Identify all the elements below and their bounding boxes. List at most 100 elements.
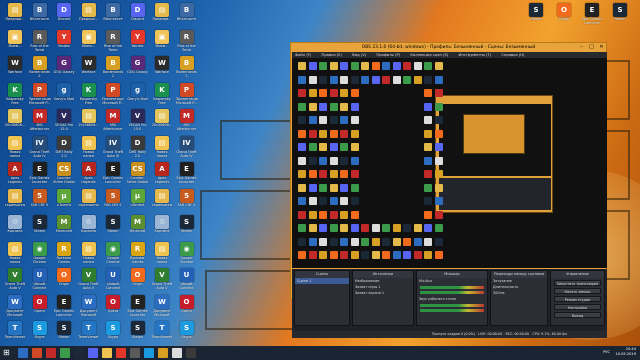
menu-profile[interactable]: Профиль (P) [376,53,400,57]
desktop-icon[interactable]: ♲ Корзина [151,214,173,240]
desktop-icon[interactable]: g Garry's Mod [53,82,75,108]
desktop-icon[interactable]: 5 FAR CRY 5 [102,188,124,214]
maximize-icon[interactable]: □ [587,43,596,52]
desktop-icon[interactable]: U Ubisoft Connect [176,267,198,293]
desktop-icon[interactable]: E Epic Games Launcher [127,294,149,320]
taskbar-app-icon[interactable] [102,348,112,358]
desktop-icon[interactable]: ▣ Моем... [78,29,100,55]
desktop-icon[interactable]: O Opera [102,294,124,320]
desktop-icon[interactable]: Y Yandex [127,29,149,55]
system-tray[interactable]: 20:44 10.05.2019 [615,347,636,357]
desktop-icon[interactable]: U Ubisoft Connect [102,267,124,293]
desktop-icon[interactable]: T TeamViewer [4,320,26,346]
desktop-icon[interactable]: Y Yandex [53,29,75,55]
desktop-icon[interactable]: ▤ Новая папка [151,135,173,161]
desktop-icon[interactable]: K Kaspersky Free [151,82,173,108]
desktop-icon[interactable]: M MSI Afterburner [176,108,198,134]
menu-scene-collection[interactable]: Коллекция сцен (S) [410,53,448,57]
taskbar-app-icon[interactable] [130,348,140,358]
taskbar-app-icon[interactable] [32,348,42,358]
desktop-icon[interactable]: R Rise of the Tomb [29,29,51,55]
minimize-icon[interactable]: – [577,43,586,52]
settings-button[interactable]: Настройки [554,304,601,310]
desktop-icon[interactable]: ▤ 20c58606... [4,108,26,134]
desktop-icon[interactable]: ♲ Корзина [78,214,100,240]
start-button[interactable]: ⊞ [3,349,12,357]
desktop-icon[interactable]: CSCounter-Strike Global Offensive [127,161,149,187]
taskbar-app-icon[interactable] [158,348,168,358]
duration-field[interactable]: 300ms [491,290,547,296]
desktop-icon[interactable]: S Steam [102,214,124,240]
desktop-icon[interactable]: A Apex Legends [78,161,100,187]
desktop-icon[interactable]: ▤ 20c58606... [151,108,173,134]
taskbar-app-icon[interactable] [186,348,196,358]
desktop-icon[interactable]: W Warface [4,55,26,81]
desktop-icon[interactable]: S Steam [53,320,75,346]
desktop-icon[interactable]: D DiRT Rally 2.0 [53,135,75,161]
desktop-icon[interactable]: E Epic Games Launcher [53,294,75,320]
desktop-icon[interactable]: M MSI Afterburner [102,108,124,134]
desktop-icon[interactable]: B Borderlands 2 [176,55,198,81]
desktop-icon[interactable]: W Документ Microsoft [78,294,100,320]
taskbar-app-icon[interactable] [88,348,98,358]
desktop-icon[interactable]: K Kaspersky Free [78,82,100,108]
desktop-icon[interactable]: ▤ Новая папка [4,241,26,267]
taskbar-app-icon[interactable] [74,348,84,358]
desktop-icon[interactable]: B ВКонтакте [176,2,198,28]
desktop-icon[interactable]: ▣ Моем... [151,29,173,55]
desktop-icon[interactable]: S Steam [29,214,51,240]
desktop-icon[interactable]: S Steam [176,214,198,240]
menu-help[interactable]: Справка (H) [501,53,524,57]
desktop-icon[interactable]: ▤ Предпри... [78,2,100,28]
desktop-icon[interactable]: P Презентация Microsoft P... [29,82,51,108]
taskbar-app-icon[interactable] [46,348,56,358]
menu-edit[interactable]: Правка (E) [322,53,342,57]
menu-view[interactable]: Вид (V) [352,53,366,57]
start-streaming-button[interactable]: Запустить трансляцию [554,280,601,286]
desktop-icon[interactable]: P Презентация Microsoft P... [102,82,124,108]
desktop-icon[interactable]: µ uTorrent [53,188,75,214]
desktop-icon[interactable]: K Kaspersky Free [4,82,26,108]
desktop-icon[interactable]: A Apex Legends [151,161,173,187]
close-icon[interactable]: ✕ [597,43,606,52]
desktop-icon[interactable]: E Epic Games Launcher [102,161,124,187]
desktop-icon[interactable]: R Rockstar Games [127,241,149,267]
desktop-icon[interactable]: E Epic Games Launcher [581,2,603,28]
desktop-icon[interactable]: M Minecraft [53,214,75,240]
source-item[interactable]: Захват экрана 1 [353,290,413,296]
desktop-icon[interactable]: G GOG Galaxy [127,55,149,81]
desktop-icon[interactable]: ◉ Google Chrome [29,241,51,267]
desktop-icon[interactable]: S Steam [609,2,631,28]
taskbar-app-icon[interactable] [18,348,28,358]
desktop-icon[interactable]: V VEGAS Pro 15.0 [53,108,75,134]
desktop-icon[interactable]: E Epic Games Launcher [29,161,51,187]
desktop-icon[interactable]: ▤ Предпри... [4,2,26,28]
desktop-icon[interactable]: B ВКонтакте [29,2,51,28]
desktop-icon[interactable]: M Minecraft [127,214,149,240]
desktop-icon[interactable]: S Steam [525,2,547,28]
desktop-icon[interactable]: ♲ Корзина [4,214,26,240]
desktop-icon[interactable]: B Borderlands 2 [29,55,51,81]
taskbar-app-icon[interactable] [116,348,126,358]
volume-slider[interactable] [420,309,484,312]
desktop-icon[interactable]: V Grand Theft Auto V [78,267,100,293]
desktop-icon[interactable]: M MSI Afterburner [29,108,51,134]
desktop-icon[interactable]: ▤ скриншоты [78,188,100,214]
desktop-icon[interactable]: g Garry's Mod [127,82,149,108]
exit-button[interactable]: Выход [554,312,601,318]
menu-tools[interactable]: Инструменты (T) [459,53,492,57]
desktop-icon[interactable]: ▣ Моем... [4,29,26,55]
desktop-icon[interactable]: ▤ Новая папка [78,135,100,161]
taskbar-app-icon[interactable] [144,348,154,358]
desktop-icon[interactable]: IV Grand Theft Auto IV [102,135,124,161]
desktop-icon[interactable]: ▤ скриншоты [151,188,173,214]
desktop-icon[interactable]: W Документ Microsoft [4,294,26,320]
desktop-icon[interactable]: B ВКонтакте [102,2,124,28]
desktop-icon[interactable]: IV Grand Theft Auto IV [29,135,51,161]
desktop-icon[interactable]: R Rockstar Games [53,241,75,267]
desktop-icon[interactable]: V VEGAS Pro 15.0 [127,108,149,134]
language-indicator[interactable]: РУС [603,350,610,354]
desktop-icon[interactable]: CSCounter-Strike Global Offensive [53,161,75,187]
desktop-icon[interactable]: O Origin [553,2,575,28]
taskbar-app-icon[interactable] [172,348,182,358]
